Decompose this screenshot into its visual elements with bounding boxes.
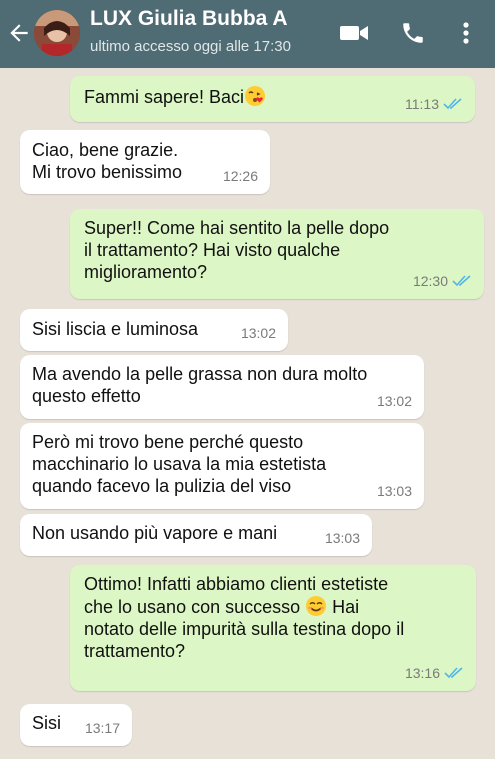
read-double-check-icon <box>444 667 463 679</box>
message-time: 13:03 <box>376 483 412 499</box>
read-double-check-icon <box>443 98 462 110</box>
incoming-message[interactable]: Sisi liscia e luminosa 13:02 <box>20 309 288 351</box>
message-text: Fammi sapere! Baci <box>84 87 245 107</box>
message-meta: 13:17 <box>85 717 120 739</box>
message-time: 12:26 <box>222 168 258 184</box>
incoming-message[interactable]: Sisi 13:17 <box>20 704 132 746</box>
last-seen-status: ultimo accesso oggi alle 17:30 <box>90 38 291 55</box>
message-text: Non usando più vapore e mani <box>32 523 278 543</box>
incoming-message[interactable]: Però mi trovo bene perché questo macchin… <box>20 423 424 509</box>
smiling-face-emoji <box>306 596 327 616</box>
message-meta: 13:16 <box>405 662 464 684</box>
incoming-message[interactable]: Non usando più vapore e mani 13:03 <box>20 514 372 556</box>
message-time: 13:17 <box>84 720 120 736</box>
read-double-check-icon <box>452 275 471 287</box>
back-arrow-icon[interactable] <box>6 20 32 46</box>
message-time: 13:16 <box>404 665 440 681</box>
outgoing-message[interactable]: Ottimo! Infatti abbiamo clienti estetist… <box>70 565 476 691</box>
message-text: Ma avendo la pelle grassa non dura molto… <box>32 364 368 406</box>
chat-header: LUX Giulia Bubba A ultimo accesso oggi a… <box>0 0 495 68</box>
message-list[interactable]: Fammi sapere! Baci 11:13 Ciao, bene graz… <box>0 68 495 759</box>
message-meta: 13:02 <box>241 322 276 344</box>
message-time: 13:02 <box>376 393 412 409</box>
phone-call-icon[interactable] <box>400 20 426 46</box>
incoming-message[interactable]: Ciao, bene grazie. Mi trovo benissimo 12… <box>20 130 270 194</box>
message-text: Sisi liscia e luminosa <box>32 319 199 339</box>
message-text: Però mi trovo bene perché questo macchin… <box>32 432 327 496</box>
message-meta: 12:30 <box>413 270 472 292</box>
message-text: Ottimo! Infatti abbiamo clienti estetist… <box>84 573 462 662</box>
message-time: 12:30 <box>412 273 448 289</box>
video-call-icon[interactable] <box>339 20 369 46</box>
message-meta: 13:03 <box>377 480 412 502</box>
more-options-icon[interactable] <box>456 20 476 46</box>
message-meta: 12:26 <box>223 165 258 187</box>
message-meta: 13:03 <box>325 527 360 549</box>
message-meta: 11:13 <box>405 93 463 115</box>
incoming-message[interactable]: Ma avendo la pelle grassa non dura molto… <box>20 355 424 419</box>
message-time: 11:13 <box>405 96 439 112</box>
message-meta: 13:02 <box>377 390 412 412</box>
kissing-face-emoji <box>245 86 266 106</box>
contact-name[interactable]: LUX Giulia Bubba A <box>90 7 288 31</box>
message-time: 13:02 <box>240 325 276 341</box>
contact-avatar[interactable] <box>34 10 80 56</box>
outgoing-message[interactable]: Fammi sapere! Baci 11:13 <box>70 76 475 122</box>
message-time: 13:03 <box>324 530 360 546</box>
outgoing-message[interactable]: Super!! Come hai sentito la pelle dopo i… <box>70 209 484 299</box>
